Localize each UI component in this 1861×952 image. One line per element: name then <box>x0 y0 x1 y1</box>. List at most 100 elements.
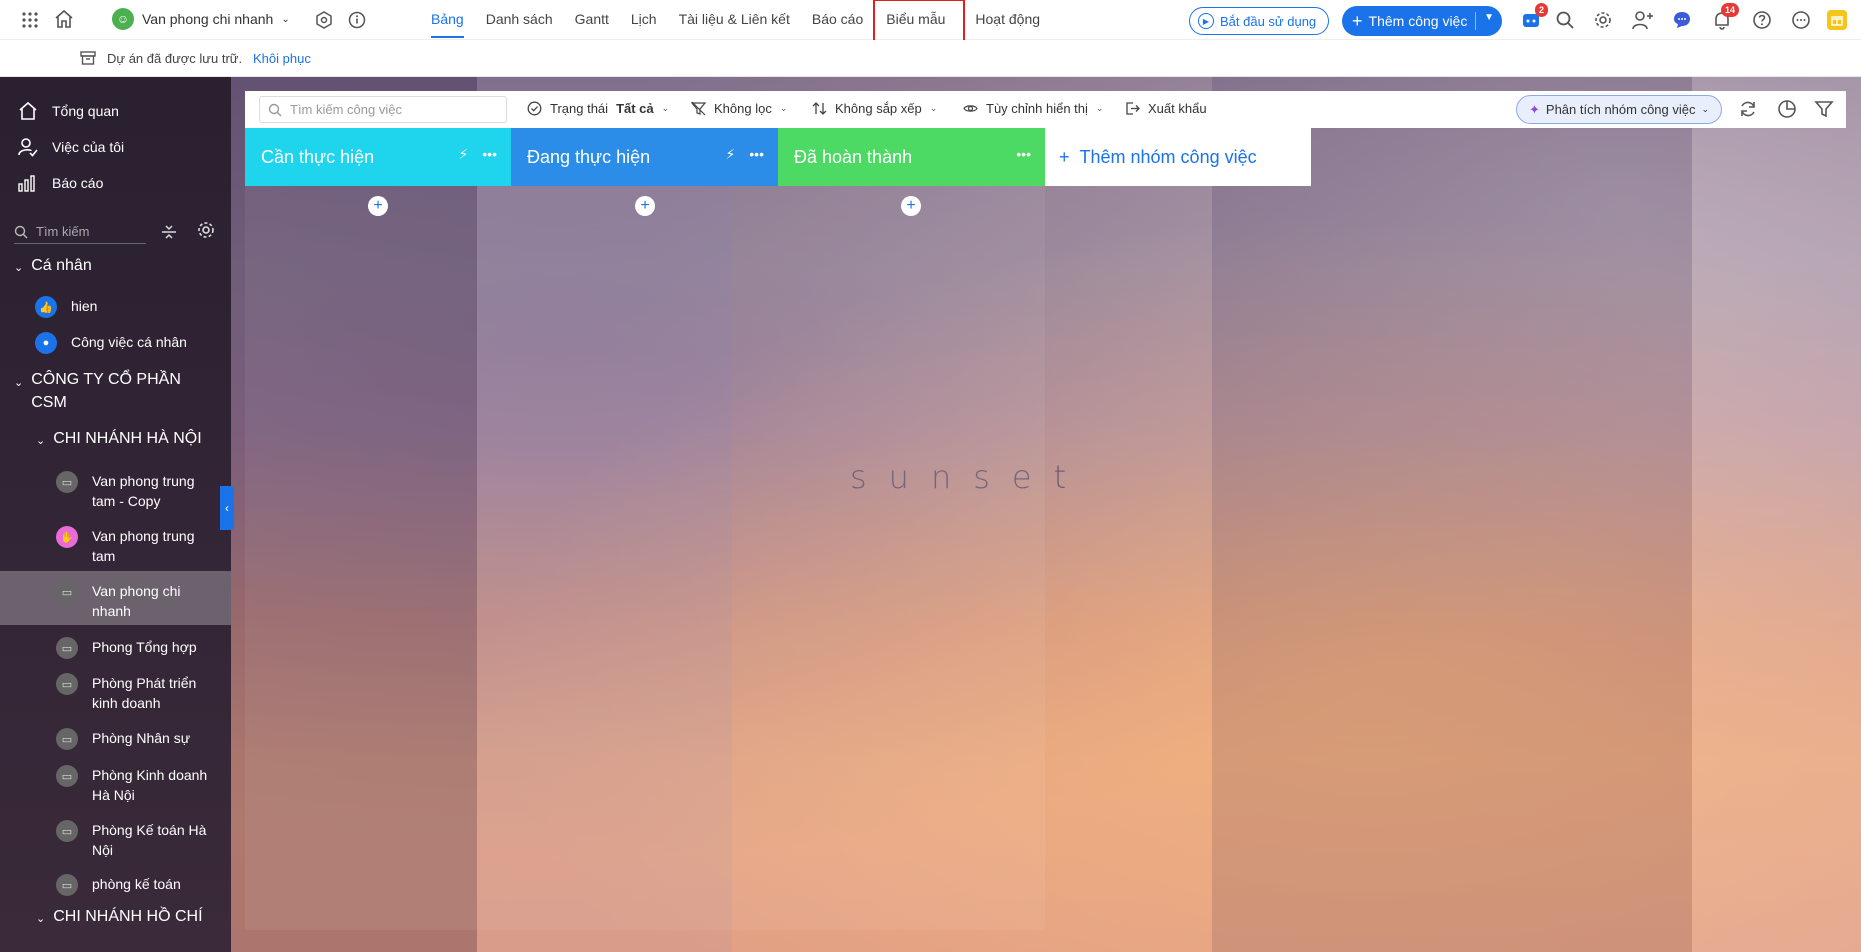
sidebar-item-project[interactable]: ▭ Phong Tổng hợp <box>0 637 231 659</box>
task-search-placeholder: Tìm kiếm công việc <box>290 102 402 117</box>
tab-list[interactable]: Danh sách <box>475 0 564 40</box>
apps-grid-icon[interactable] <box>19 9 41 31</box>
sidebar-collapse-toggle[interactable]: ‹ <box>220 486 234 530</box>
chevron-down-icon: ⌄ <box>1095 103 1104 113</box>
display-settings-dropdown[interactable]: Tùy chỉnh hiển thị ⌄ <box>963 101 1103 116</box>
sidebar-item-label: Phong Tổng hợp <box>92 639 197 655</box>
more-options-icon[interactable]: ••• <box>1016 146 1031 162</box>
sidebar-search-input[interactable]: Tìm kiếm <box>14 220 146 244</box>
magic-wand-icon[interactable]: ⚡ <box>458 146 468 163</box>
sort-icon <box>812 102 827 115</box>
pie-chart-icon[interactable] <box>1777 99 1797 122</box>
section-personal[interactable]: ⌄ Cá nhân <box>14 257 92 275</box>
refresh-icon[interactable] <box>1738 99 1758 122</box>
sidebar-item-personal-tasks[interactable]: ● Công việc cá nhân <box>0 332 231 354</box>
settings-hex-icon[interactable] <box>313 9 335 31</box>
info-icon[interactable] <box>346 9 368 31</box>
gear-icon[interactable] <box>196 220 216 243</box>
sidebar-item-project[interactable]: ▭ Van phong trung tam - Copy <box>0 471 231 511</box>
sidebar-item-project[interactable]: ▭ Phòng Phát triển kinh doanh <box>0 673 231 713</box>
add-task-icon[interactable]: + <box>901 196 921 216</box>
project-name: Van phong chi nhanh <box>142 11 274 27</box>
chat-icon[interactable] <box>1671 9 1693 31</box>
sidebar-item-overview[interactable]: Tổng quan <box>18 101 119 121</box>
search-icon[interactable] <box>1554 9 1576 31</box>
group-analysis-button[interactable]: ✦ Phân tích nhóm công việc ⌄ <box>1516 95 1723 124</box>
filter-dropdown[interactable]: Không lọc ⌄ <box>691 101 787 116</box>
sidebar-item-project[interactable]: ▭ Phòng Kinh doanh Hà Nội <box>0 765 231 805</box>
collapse-all-icon[interactable] <box>160 223 178 244</box>
project-selector[interactable]: ☺ Van phong chi nhanh ⌄ <box>112 8 290 30</box>
filter-icon[interactable] <box>1814 99 1834 122</box>
section-branch-hcm[interactable]: ⌄ CHI NHÁNH HỒ CHÍ <box>36 908 203 926</box>
board-toolbar: Tìm kiếm công việc Trạng thái Tất cả ⌄ K… <box>245 91 1846 128</box>
tab-gantt[interactable]: Gantt <box>564 0 620 40</box>
tab-board[interactable]: Bảng <box>420 0 475 40</box>
chevron-down-icon: ⌄ <box>14 262 24 274</box>
column-body-in-progress: + <box>511 186 778 930</box>
sidebar-item-project[interactable]: ✋ Van phong trung tam <box>0 526 231 566</box>
add-task-icon[interactable]: + <box>368 196 388 216</box>
sidebar-item-label: Báo cáo <box>52 175 104 191</box>
sidebar-item-label: Phòng Phát triển kinh doanh <box>92 675 197 711</box>
sparkle-icon: ✦ <box>1529 101 1540 117</box>
chevron-down-icon: ⌄ <box>661 103 670 113</box>
archive-box-icon: ▭ <box>56 637 78 659</box>
tab-documents-links[interactable]: Tài liệu & Liên kết <box>668 0 801 40</box>
chevron-down-icon: ⌄ <box>36 435 46 447</box>
hand-icon: ✋ <box>56 526 78 548</box>
more-options-icon[interactable]: ••• <box>482 146 497 163</box>
add-task-button[interactable]: + Thêm công việc ▼ <box>1342 6 1502 36</box>
gear-icon[interactable] <box>1592 9 1614 31</box>
search-icon <box>268 103 282 116</box>
add-task-icon[interactable]: + <box>635 196 655 216</box>
bell-icon[interactable]: 14 <box>1711 3 1739 31</box>
section-title: CHI NHÁNH HỒ CHÍ <box>53 908 203 925</box>
more-options-icon[interactable]: ••• <box>749 146 764 163</box>
task-search-input[interactable]: Tìm kiếm công việc <box>259 96 507 123</box>
chevron-down-icon[interactable]: ▼ <box>1484 12 1494 23</box>
archive-box-icon: ▭ <box>56 673 78 695</box>
tab-activity[interactable]: Hoạt động <box>964 0 1051 40</box>
status-label: Trạng thái <box>550 101 609 116</box>
help-icon[interactable] <box>1751 9 1773 31</box>
add-task-label: Thêm công việc <box>1368 13 1468 29</box>
home-icon <box>19 101 37 120</box>
sidebar-item-label: Van phong trung tam - Copy <box>92 473 195 509</box>
sidebar-item-project-selected[interactable]: ▭ Van phong chi nhanh <box>0 571 231 625</box>
tab-calendar[interactable]: Lịch <box>620 0 668 40</box>
column-header-done[interactable]: Đã hoàn thành ••• <box>778 128 1045 186</box>
sidebar-item-hien[interactable]: 👍 hien <box>0 296 231 318</box>
section-company[interactable]: ⌄ CÔNG TY CỔ PHẦN CSM <box>14 368 214 414</box>
column-header-todo[interactable]: Cần thực hiện ⚡ ••• <box>245 128 511 186</box>
tab-reports[interactable]: Báo cáo <box>801 0 874 40</box>
sidebar-item-my-tasks[interactable]: Việc của tôi <box>18 137 124 157</box>
section-title: CÔNG TY CỔ PHẦN CSM <box>31 371 181 411</box>
restore-link[interactable]: Khôi phục <box>253 51 311 66</box>
sidebar-item-label: Công việc cá nhân <box>71 334 187 350</box>
export-icon <box>1126 102 1140 115</box>
home-icon[interactable] <box>53 8 75 30</box>
user-icon: ● <box>35 332 57 354</box>
gift-icon[interactable] <box>1826 9 1848 31</box>
status-filter-dropdown[interactable]: Trạng thái Tất cả ⌄ <box>527 101 669 116</box>
sidebar-item-project[interactable]: ▭ phòng kế toán <box>0 874 231 896</box>
section-branch-hanoi[interactable]: ⌄ CHI NHÁNH HÀ NỘI <box>36 430 202 448</box>
start-using-button[interactable]: ▶ Bắt đầu sử dụng <box>1189 7 1330 35</box>
add-user-icon[interactable] <box>1632 9 1654 31</box>
export-button[interactable]: Xuất khẩu <box>1125 101 1207 116</box>
more-icon[interactable] <box>1790 9 1812 31</box>
sidebar-item-reports[interactable]: Báo cáo <box>18 173 103 193</box>
sidebar-item-label: Van phong trung tam <box>92 528 195 564</box>
column-title: Cần thực hiện <box>261 146 375 167</box>
archive-box-icon: ▭ <box>56 581 78 603</box>
column-header-in-progress[interactable]: Đang thực hiện ⚡ ••• <box>511 128 778 186</box>
sort-dropdown[interactable]: Không sắp xếp ⌄ <box>812 101 937 116</box>
cart-icon[interactable]: 2 <box>1520 3 1548 31</box>
sidebar-item-project[interactable]: ▭ Phòng Kế toán Hà Nội <box>0 820 231 860</box>
magic-wand-icon[interactable]: ⚡ <box>725 146 735 163</box>
add-task-group-button[interactable]: + Thêm nhóm công việc <box>1045 128 1311 186</box>
sidebar-item-project[interactable]: ▭ Phòng Nhân sự <box>0 728 231 750</box>
sidebar: Tổng quan Việc của tôi Báo cáo Tìm kiếm … <box>0 77 231 952</box>
section-title: Cá nhân <box>31 257 92 274</box>
